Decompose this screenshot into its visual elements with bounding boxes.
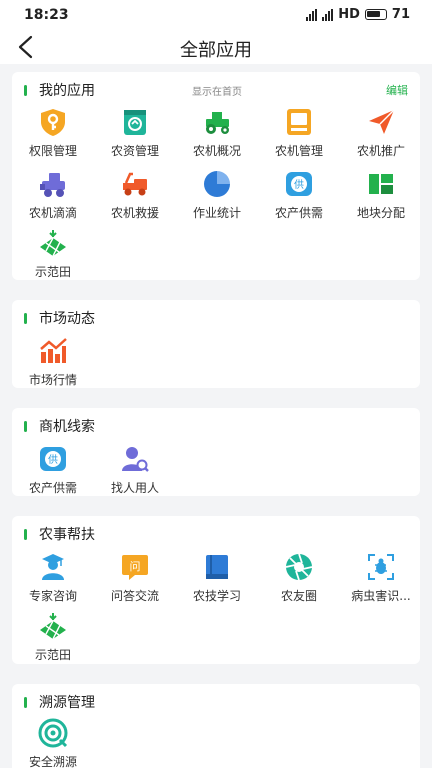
supplies-bag-icon xyxy=(124,110,146,135)
app-supply-demand-2[interactable]: 供 农产供需 xyxy=(12,444,94,506)
app-demo-field-2[interactable]: 示范田 xyxy=(12,611,94,673)
app-label: 示范田 xyxy=(34,265,71,279)
app-find-people[interactable]: 找人用人 xyxy=(94,444,176,506)
app-label: 农机管理 xyxy=(274,144,323,158)
app-label: 农机概况 xyxy=(192,144,241,158)
app-tractor-overview[interactable]: 农机概况 xyxy=(176,107,258,169)
section-title: 市场动态 xyxy=(39,311,95,327)
assist-section: 农事帮扶 专家咨询 问 问答交流 农技学习 农友圈 病虫害识... 示范田 xyxy=(12,516,420,664)
svg-text:问: 问 xyxy=(130,560,141,573)
section-title: 商机线索 xyxy=(39,419,95,435)
app-machine-mgmt[interactable]: 农机管理 xyxy=(258,107,340,169)
app-safe-trace[interactable]: 安全溯源 xyxy=(12,718,94,768)
app-label: 农机推广 xyxy=(356,144,405,158)
app-supplies[interactable]: 农资管理 xyxy=(94,107,176,169)
app-demo-field[interactable]: 示范田 xyxy=(12,228,94,290)
app-label: 专家咨询 xyxy=(28,589,77,603)
status-time: 18:23 xyxy=(24,7,69,23)
machine-screen-icon xyxy=(287,109,311,135)
app-label: 市场行情 xyxy=(28,373,77,387)
app-learning[interactable]: 农技学习 xyxy=(176,552,258,614)
section-title: 溯源管理 xyxy=(39,695,95,711)
app-label: 农产供需 xyxy=(274,206,323,220)
supply-badge-icon: 供 xyxy=(40,447,66,471)
network-label: HD xyxy=(338,7,360,22)
market-section: 市场动态 市场行情 xyxy=(12,300,420,388)
aperture-icon xyxy=(285,553,313,581)
app-label: 农机滴滴 xyxy=(28,206,77,220)
demo-field-icon xyxy=(40,230,66,257)
app-label: 病虫害识... xyxy=(351,589,411,603)
app-qa[interactable]: 问 问答交流 xyxy=(94,552,176,614)
trace-section: 溯源管理 安全溯源 xyxy=(12,684,420,768)
svg-text:供: 供 xyxy=(294,178,304,191)
signal-icon xyxy=(322,8,334,21)
section-marker xyxy=(24,696,27,708)
tow-truck-icon xyxy=(123,172,147,196)
trend-chart-icon xyxy=(40,338,67,363)
my-apps-section: 我的应用 显示在首页 编辑 权限管理 农资管理 农机概况 农机管理 农机推广 农… xyxy=(12,72,420,280)
section-title: 我的应用 xyxy=(39,83,95,99)
status-indicators: HD 71 xyxy=(306,7,410,22)
section-note: 显示在首页 xyxy=(192,87,242,98)
section-marker xyxy=(24,84,27,96)
app-plot-allocation[interactable]: 地块分配 xyxy=(340,169,422,231)
app-label: 权限管理 xyxy=(28,144,77,158)
signal-icon xyxy=(306,8,318,21)
plot-map-icon xyxy=(369,174,393,194)
section-marker xyxy=(24,528,27,540)
section-marker xyxy=(24,420,27,432)
person-search-icon xyxy=(122,447,149,472)
key-shield-icon xyxy=(41,109,65,136)
app-market-quotes[interactable]: 市场行情 xyxy=(12,336,94,398)
app-supply-demand[interactable]: 供 农产供需 xyxy=(258,169,340,231)
paper-plane-icon xyxy=(369,109,395,134)
battery-icon xyxy=(364,9,387,20)
app-work-stats[interactable]: 作业统计 xyxy=(176,169,258,231)
svg-text:供: 供 xyxy=(48,453,58,466)
app-label: 农资管理 xyxy=(110,144,159,158)
expert-icon xyxy=(42,554,64,580)
bug-scan-icon xyxy=(368,554,394,580)
app-label: 农友圈 xyxy=(280,589,317,603)
app-label: 示范田 xyxy=(34,648,71,662)
trace-shield-icon xyxy=(38,718,68,748)
supply-badge-icon: 供 xyxy=(286,172,312,196)
nav-bar: 全部应用 xyxy=(0,30,432,64)
business-section: 商机线索 供 农产供需 找人用人 xyxy=(12,408,420,496)
status-bar: 18:23 HD 71 xyxy=(0,0,432,30)
app-pest-id[interactable]: 病虫害识... xyxy=(340,552,422,614)
app-label: 地块分配 xyxy=(356,206,405,220)
app-didi[interactable]: 农机滴滴 xyxy=(12,169,94,231)
section-title: 农事帮扶 xyxy=(39,527,95,543)
app-label: 找人用人 xyxy=(110,481,159,495)
tractor-icon xyxy=(206,112,229,134)
app-friends-circle[interactable]: 农友圈 xyxy=(258,552,340,614)
battery-level: 71 xyxy=(391,7,410,22)
app-promotion[interactable]: 农机推广 xyxy=(340,107,422,169)
edit-button[interactable]: 编辑 xyxy=(386,82,408,98)
demo-field-icon xyxy=(40,613,66,640)
app-label: 问答交流 xyxy=(110,589,159,603)
app-permission[interactable]: 权限管理 xyxy=(12,107,94,169)
app-label: 作业统计 xyxy=(192,206,241,220)
qa-bubble-icon: 问 xyxy=(122,555,148,580)
pie-chart-icon xyxy=(204,171,230,197)
page-title: 全部应用 xyxy=(180,40,252,61)
app-label: 农技学习 xyxy=(192,589,241,603)
app-expert[interactable]: 专家咨询 xyxy=(12,552,94,614)
app-label: 安全溯源 xyxy=(28,755,77,768)
book-icon xyxy=(206,555,228,579)
harvester-icon xyxy=(40,173,65,197)
app-rescue[interactable]: 农机救援 xyxy=(94,169,176,231)
app-label: 农机救援 xyxy=(110,206,159,220)
section-marker xyxy=(24,312,27,324)
app-label: 农产供需 xyxy=(28,481,77,495)
